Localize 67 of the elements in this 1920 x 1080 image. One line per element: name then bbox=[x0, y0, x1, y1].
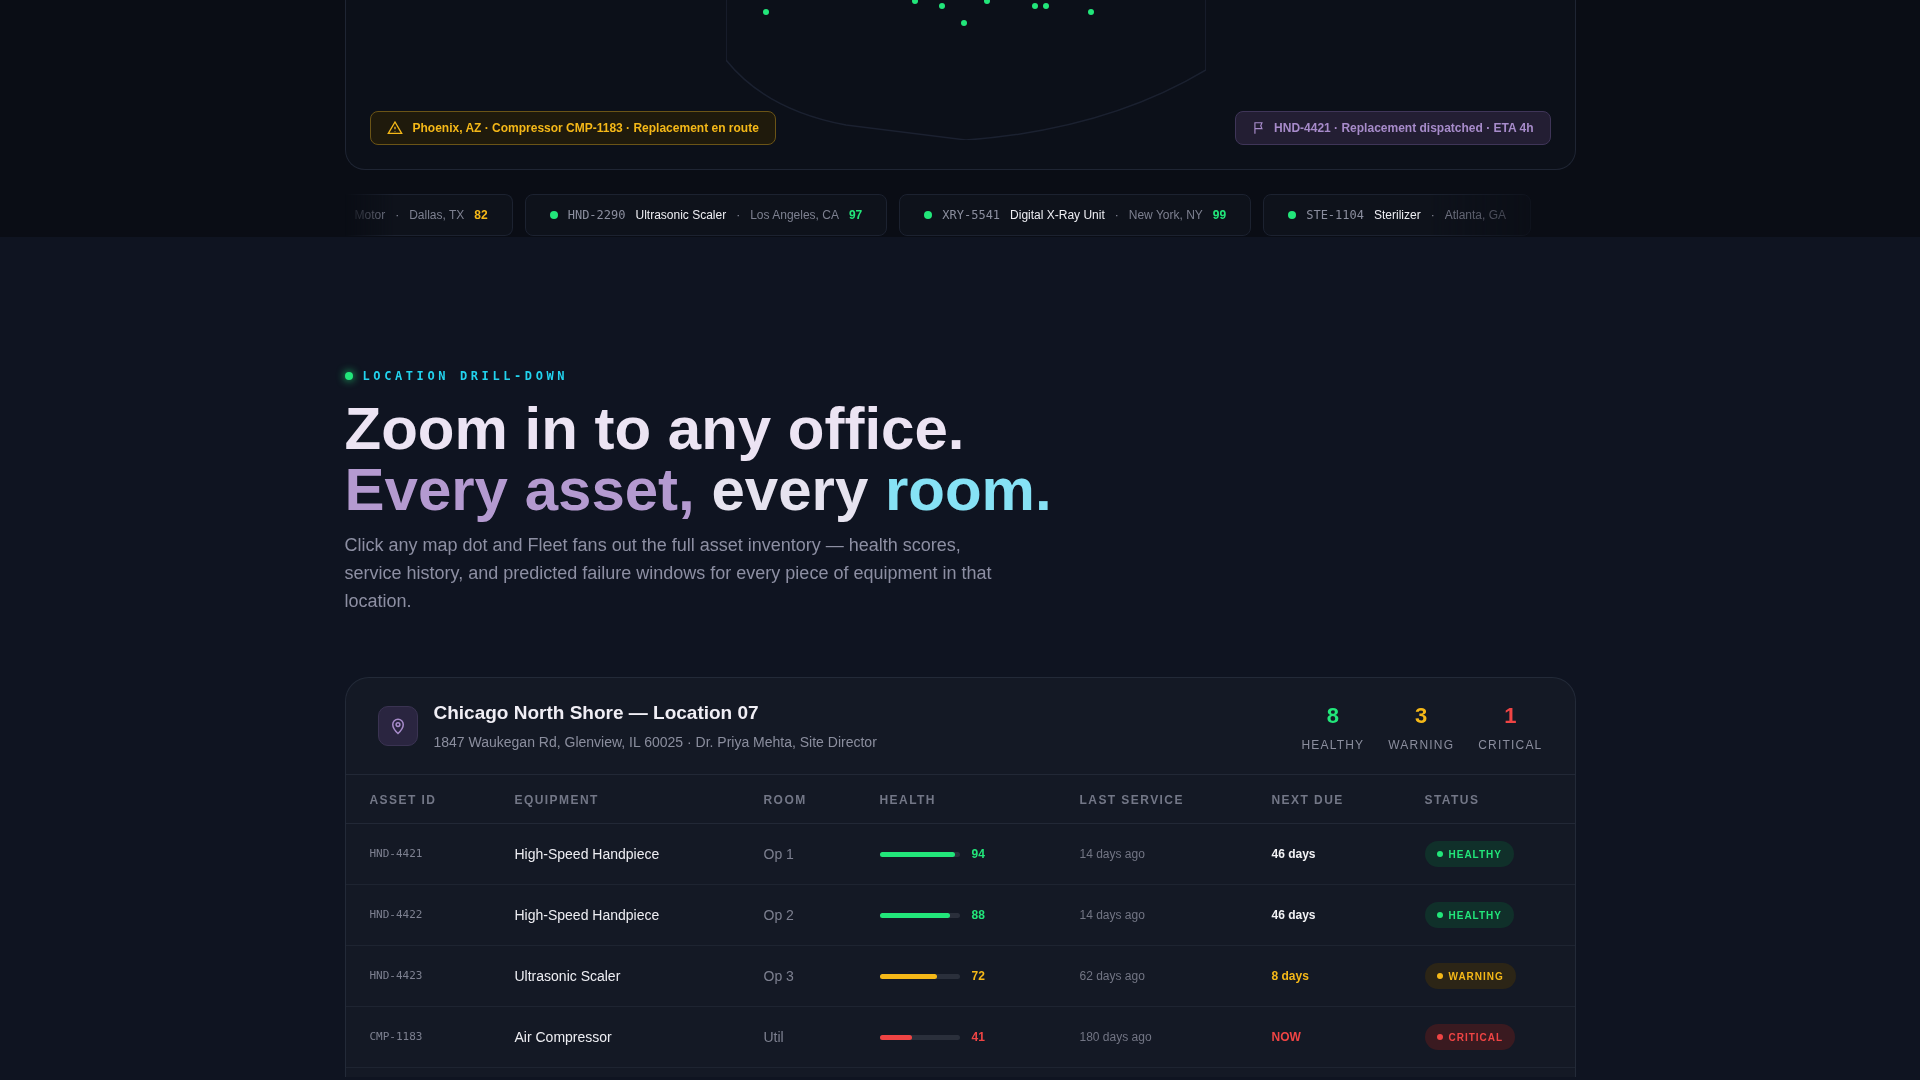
stat-label: HEALTHY bbox=[1301, 736, 1365, 754]
location-details: 1847 Waukegan Rd, Glenview, IL 60025 · Dr. Priya Mehta, Site Director bbox=[433, 732, 877, 752]
location-name: Chicago North Shore — Location 07 bbox=[433, 701, 760, 726]
table-cell-text: 14 days ago bbox=[1079, 846, 1145, 863]
table-cell-text: CMP-1183 bbox=[369, 1028, 423, 1045]
health-score: 72 bbox=[971, 968, 985, 985]
table-cell-text: HND-4421 bbox=[369, 845, 423, 862]
asset-id: XRY-5541 bbox=[942, 207, 1001, 224]
city-name: Atlanta, GA bbox=[1444, 207, 1507, 224]
table-cell-text: Op 2 bbox=[763, 905, 794, 925]
table-cell-text: Air Compressor bbox=[514, 1027, 612, 1047]
section-description: Click any map dot and Fleet fans out the full asset inventory — health scores, service history, and predicted failure windows for every piece of equipment in that location. bbox=[344, 534, 993, 613]
table-cell-text: NOW bbox=[1271, 1029, 1301, 1046]
city-name: Los Angeles, CA bbox=[750, 207, 839, 224]
headline: Zoom in to any office. bbox=[344, 399, 966, 459]
table-cell-text: Op 3 bbox=[763, 966, 794, 986]
status-badge: CRITICAL bbox=[1424, 1024, 1516, 1050]
table-cell-text: 46 days bbox=[1271, 907, 1316, 924]
column-header: ASSET ID bbox=[369, 793, 437, 807]
separator: · bbox=[1430, 207, 1435, 224]
column-header: NEXT DUE bbox=[1271, 793, 1344, 807]
table-cell-text: Op 1 bbox=[763, 844, 794, 864]
health-score: 99 bbox=[1212, 207, 1227, 224]
alert-badge: Phoenix, AZ · Compressor CMP-1183 · Replacement en route bbox=[369, 111, 776, 145]
table-cell-text: 14 days ago bbox=[1079, 907, 1145, 924]
equipment-name: Digital X-Ray Unit bbox=[1010, 207, 1105, 224]
stat-value: 1 bbox=[1504, 701, 1517, 730]
table-cell-text: 8 days bbox=[1271, 968, 1309, 985]
location-icon bbox=[377, 706, 418, 746]
separator: · bbox=[395, 207, 400, 224]
table-cell-text: HND-4423 bbox=[369, 967, 423, 984]
column-header: LAST SERVICE bbox=[1079, 793, 1184, 807]
health-score: 88 bbox=[971, 907, 985, 924]
column-header: EQUIPMENT bbox=[514, 793, 599, 807]
status-badge: HEALTHY bbox=[1424, 902, 1514, 928]
health-score: 41 bbox=[971, 1029, 985, 1046]
stat-label: WARNING bbox=[1388, 736, 1455, 754]
asset-id: HND-2290 bbox=[567, 207, 626, 224]
column-header: STATUS bbox=[1424, 793, 1480, 807]
stat-label: CRITICAL bbox=[1478, 736, 1543, 754]
section-eyebrow: LOCATION DRILL-DOWN bbox=[362, 368, 569, 385]
separator: · bbox=[1114, 207, 1119, 224]
city-name: Dallas, TX bbox=[409, 207, 465, 224]
stat-value: 3 bbox=[1415, 701, 1428, 730]
table-cell-text: 180 days ago bbox=[1079, 1029, 1152, 1046]
table-cell-text: High-Speed Handpiece bbox=[514, 844, 660, 864]
table-cell-text: Util bbox=[763, 1027, 784, 1047]
asset-id: STE-1104 bbox=[1306, 207, 1364, 224]
column-header: HEALTH bbox=[879, 793, 936, 807]
health-score: 97 bbox=[848, 207, 863, 224]
table-cell-text: 46 days bbox=[1271, 846, 1316, 863]
equipment-name: Sterilizer bbox=[1374, 207, 1421, 224]
table-cell-text: Ultrasonic Scaler bbox=[514, 966, 621, 986]
table-cell-text: 62 days ago bbox=[1079, 968, 1145, 985]
table-cell-text: HND-4422 bbox=[369, 906, 423, 923]
table-cell-text: High-Speed Handpiece bbox=[514, 905, 660, 925]
column-header: ROOM bbox=[763, 793, 807, 807]
equipment-name: Ultrasonic Scaler bbox=[635, 207, 727, 224]
separator: · bbox=[736, 207, 741, 224]
city-name: New York, NY bbox=[1128, 207, 1203, 224]
health-score: 82 bbox=[474, 207, 488, 224]
warning-icon bbox=[386, 120, 403, 136]
stat-value: 8 bbox=[1326, 701, 1339, 730]
health-score: 94 bbox=[971, 846, 985, 863]
status-badge: WARNING bbox=[1424, 963, 1516, 989]
alert-badge: HND-4421 · Replacement dispatched · ETA 4h bbox=[1235, 111, 1551, 145]
status-badge: HEALTHY bbox=[1424, 841, 1514, 867]
